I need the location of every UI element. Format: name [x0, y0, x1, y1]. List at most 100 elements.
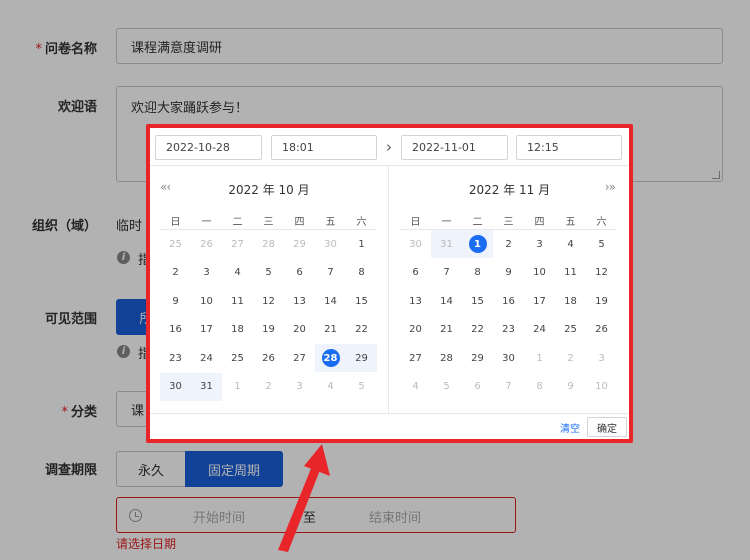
day-number: 2	[172, 267, 179, 278]
day-cell[interactable]: 15	[346, 287, 377, 315]
day-cell[interactable]: 12	[253, 287, 284, 315]
day-cell[interactable]: 25	[160, 230, 191, 258]
day-number: 27	[231, 238, 244, 250]
day-cell[interactable]: 8	[524, 373, 555, 401]
day-cell[interactable]: 26	[253, 344, 284, 372]
start-time-input[interactable]: 18:01	[271, 135, 377, 160]
day-number: 30	[324, 238, 337, 250]
day-cell[interactable]: 3	[586, 344, 617, 372]
day-cell[interactable]: 10	[586, 373, 617, 401]
day-cell[interactable]: 1	[524, 344, 555, 372]
day-cell[interactable]: 7	[431, 259, 462, 287]
day-cell[interactable]: 1	[346, 230, 377, 258]
day-cell[interactable]: 20	[284, 316, 315, 344]
day-cell[interactable]: 23	[160, 344, 191, 372]
day-cell[interactable]: 31	[431, 230, 462, 258]
day-cell[interactable]: 2	[160, 259, 191, 287]
day-cell[interactable]: 30	[493, 344, 524, 372]
day-cell[interactable]: 17	[524, 287, 555, 315]
day-cell[interactable]: 19	[253, 316, 284, 344]
day-cell[interactable]: 5	[586, 230, 617, 258]
day-cell[interactable]: 1	[222, 373, 253, 401]
day-cell[interactable]: 18	[222, 316, 253, 344]
day-cell[interactable]: 23	[493, 316, 524, 344]
day-cell[interactable]: 26	[191, 230, 222, 258]
day-cell[interactable]: 28	[253, 230, 284, 258]
day-cell[interactable]: 2	[253, 373, 284, 401]
day-cell[interactable]: 9	[493, 259, 524, 287]
day-cell[interactable]: 24	[524, 316, 555, 344]
day-cell[interactable]: 27	[400, 344, 431, 372]
day-number: 31	[440, 238, 453, 250]
day-cell[interactable]: 8	[346, 259, 377, 287]
day-cell[interactable]: 21	[315, 316, 346, 344]
end-time-input[interactable]: 12:15	[516, 135, 622, 160]
day-cell[interactable]: 4	[315, 373, 346, 401]
day-cell[interactable]: 4	[222, 259, 253, 287]
day-number: 2	[567, 352, 574, 364]
day-cell[interactable]: 27	[222, 230, 253, 258]
day-cell[interactable]: 11	[222, 287, 253, 315]
day-cell[interactable]: 16	[160, 316, 191, 344]
clear-button[interactable]: 清空	[560, 420, 580, 435]
day-cell[interactable]: 13	[400, 287, 431, 315]
start-date-input[interactable]: 2022-10-28	[155, 135, 262, 160]
day-cell[interactable]: 27	[284, 344, 315, 372]
day-cell[interactable]: 29	[284, 230, 315, 258]
day-cell[interactable]: 20	[400, 316, 431, 344]
day-cell[interactable]: 15	[462, 287, 493, 315]
weekday-label: 一	[441, 216, 452, 228]
day-cell[interactable]: 17	[191, 316, 222, 344]
day-cell[interactable]: 22	[346, 316, 377, 344]
day-cell[interactable]: 26	[586, 316, 617, 344]
day-number: 7	[505, 381, 512, 392]
day-cell[interactable]: 2	[555, 344, 586, 372]
day-cell[interactable]: 31	[191, 372, 222, 401]
day-cell[interactable]: 9	[160, 287, 191, 315]
right-month-title: 2022 年 11 月	[468, 183, 551, 197]
day-cell[interactable]: 30	[160, 372, 191, 401]
day-cell[interactable]: 3	[284, 373, 315, 401]
day-cell[interactable]: 5	[431, 373, 462, 401]
selected-day-cell[interactable]: 1	[462, 230, 493, 258]
day-cell[interactable]: 6	[400, 259, 431, 287]
day-cell[interactable]: 4	[555, 230, 586, 258]
day-number: 22	[355, 324, 368, 335]
selected-day-cell[interactable]: 28	[315, 344, 346, 372]
day-cell[interactable]: 29	[346, 344, 377, 372]
day-cell[interactable]: 30	[400, 230, 431, 258]
day-cell[interactable]: 6	[462, 373, 493, 401]
day-cell[interactable]: 5	[346, 373, 377, 401]
day-cell[interactable]: 16	[493, 287, 524, 315]
day-cell[interactable]: 25	[555, 316, 586, 344]
day-cell[interactable]: 24	[191, 344, 222, 372]
confirm-button[interactable]: 确定	[587, 417, 627, 437]
day-cell[interactable]: 10	[191, 287, 222, 315]
day-cell[interactable]: 14	[431, 287, 462, 315]
day-cell[interactable]: 28	[431, 344, 462, 372]
day-cell[interactable]: 11	[555, 259, 586, 287]
day-cell[interactable]: 7	[493, 373, 524, 401]
day-cell[interactable]: 22	[462, 316, 493, 344]
day-cell[interactable]: 9	[555, 373, 586, 401]
day-cell[interactable]: 21	[431, 316, 462, 344]
day-cell[interactable]: 14	[315, 287, 346, 315]
day-cell[interactable]: 13	[284, 287, 315, 315]
day-cell[interactable]: 7	[315, 259, 346, 287]
day-cell[interactable]: 8	[462, 259, 493, 287]
end-date-input[interactable]: 2022-11-01	[401, 135, 508, 160]
day-cell[interactable]: 18	[555, 287, 586, 315]
day-cell[interactable]: 2	[493, 230, 524, 258]
day-cell[interactable]: 5	[253, 259, 284, 287]
day-number: 1	[536, 352, 543, 364]
day-cell[interactable]: 3	[191, 259, 222, 287]
day-cell[interactable]: 19	[586, 287, 617, 315]
day-cell[interactable]: 25	[222, 344, 253, 372]
day-cell[interactable]: 6	[284, 259, 315, 287]
day-cell[interactable]: 30	[315, 230, 346, 258]
day-cell[interactable]: 12	[586, 259, 617, 287]
day-cell[interactable]: 4	[400, 373, 431, 401]
day-cell[interactable]: 10	[524, 259, 555, 287]
day-cell[interactable]: 3	[524, 230, 555, 258]
day-cell[interactable]: 29	[462, 344, 493, 372]
